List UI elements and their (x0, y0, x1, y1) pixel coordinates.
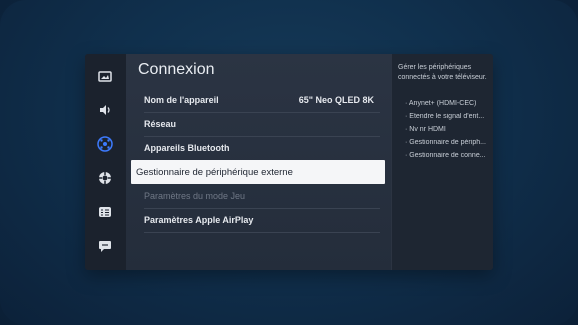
category-rail (85, 54, 126, 270)
menu-item-label: Nom de l'appareil (144, 95, 219, 105)
menu-item-label: Gestionnaire de périphérique externe (136, 167, 293, 178)
help-panel: Gérer les périphériques connectés à votr… (391, 54, 493, 270)
chat-icon[interactable] (97, 238, 113, 254)
menu-item-device-name[interactable]: Nom de l'appareil 65" Neo QLED 8K (144, 88, 380, 113)
menu-item-network[interactable]: Réseau (144, 112, 380, 137)
picture-icon[interactable] (97, 69, 113, 85)
device-name-value: 65" Neo QLED 8K (298, 95, 374, 105)
support-icon[interactable] (97, 170, 113, 186)
general-icon[interactable] (97, 204, 113, 220)
connection-icon[interactable] (97, 136, 113, 152)
help-description: Gérer les périphériques connectés à votr… (398, 64, 487, 81)
menu-item-external-device-manager[interactable]: Gestionnaire de périphérique externe (131, 160, 385, 184)
menu-item-label: Paramètres Apple AirPlay (144, 215, 254, 225)
help-item: · Étendre le signal d'ent... (405, 113, 485, 120)
help-item: · Anynet+ (HDMI-CEC) (405, 100, 477, 107)
background-frame: Connexion Nom de l'appareil 65" Neo QLED… (0, 0, 578, 325)
sound-icon[interactable] (97, 102, 113, 118)
menu-item-bluetooth[interactable]: Appareils Bluetooth (144, 136, 380, 161)
help-item: · Gestionnaire de périph... (405, 139, 486, 146)
page-title: Connexion (138, 61, 215, 78)
menu-item-game-mode: Paramètres du mode Jeu (144, 184, 380, 209)
menu-item-label: Réseau (144, 119, 177, 129)
menu-item-label: Appareils Bluetooth (144, 143, 230, 153)
connection-menu: Connexion Nom de l'appareil 65" Neo QLED… (126, 54, 391, 270)
menu-item-label: Paramètres du mode Jeu (144, 191, 246, 201)
help-item: · Gestionnaire de conne... (405, 152, 486, 159)
settings-panel: Connexion Nom de l'appareil 65" Neo QLED… (85, 54, 493, 270)
help-item: · Nv nr HDMI (405, 126, 446, 133)
menu-item-airplay[interactable]: Paramètres Apple AirPlay (144, 208, 380, 233)
